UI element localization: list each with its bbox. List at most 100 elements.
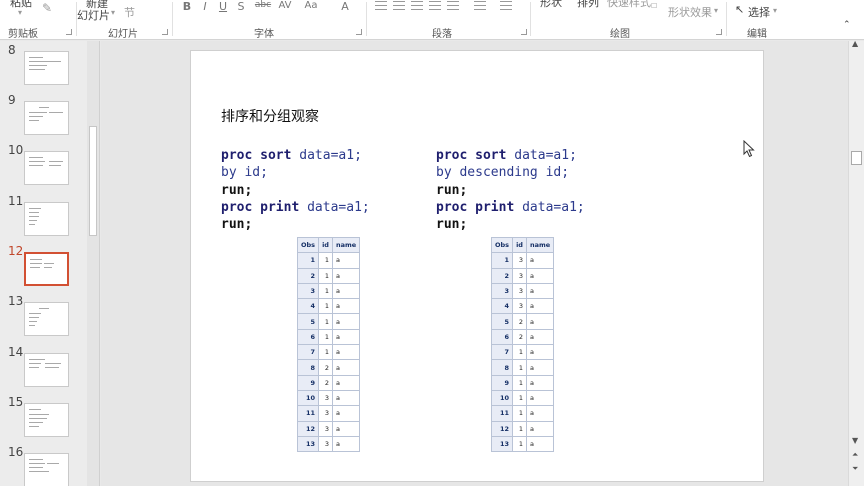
slide-thumbnail[interactable] bbox=[24, 353, 69, 387]
code-block-right[interactable]: proc sort data=a1; by descending id; run; p… bbox=[436, 147, 585, 233]
table-cell: a bbox=[525, 405, 555, 422]
table-cell: 5 bbox=[490, 313, 514, 330]
scroll-up-icon[interactable]: ▲ bbox=[852, 39, 858, 48]
format-painter-icon[interactable]: ✎ bbox=[42, 1, 52, 15]
section-button[interactable]: 节 bbox=[124, 4, 135, 20]
smartart-icon[interactable] bbox=[500, 1, 512, 10]
columns-icon[interactable] bbox=[447, 1, 459, 10]
new-slide-button[interactable]: 幻灯片 bbox=[77, 7, 110, 23]
change-case-button[interactable]: Aa bbox=[302, 0, 320, 11]
thumbnail-text-line bbox=[29, 112, 47, 113]
thumbnail-text-line bbox=[30, 263, 42, 264]
table-cell: a bbox=[331, 405, 361, 422]
arrange-button[interactable]: 排列 bbox=[577, 0, 599, 10]
thumbnail-text-line bbox=[29, 317, 39, 318]
slide-number: 13 bbox=[8, 294, 24, 308]
group-label-paragraph: 段落 bbox=[432, 29, 452, 40]
thumbnail-text-line bbox=[47, 463, 59, 464]
thumbnail-text-line bbox=[29, 212, 39, 213]
ribbon: 粘贴 ▾ ✎ 剪贴板 新建 幻灯片 ▾ 节 幻灯片 B I U S abc AV… bbox=[0, 0, 864, 40]
slide-thumbnail[interactable] bbox=[24, 453, 69, 486]
shape-effects-dropdown-icon[interactable]: ▾ bbox=[714, 6, 718, 15]
group-label-drawing: 绘图 bbox=[610, 29, 630, 40]
code-token: proc sort bbox=[221, 148, 292, 163]
vertical-scrollbar-thumb[interactable] bbox=[851, 151, 862, 165]
slide-thumbnail[interactable] bbox=[24, 302, 69, 336]
slide-thumbnail[interactable] bbox=[24, 101, 69, 135]
vertical-scrollbar[interactable]: ▲ ▼ ⏶ ⏷ bbox=[848, 39, 864, 486]
table-cell: 12 bbox=[490, 420, 514, 437]
slide-thumbnail[interactable] bbox=[24, 403, 69, 437]
shapes-button[interactable]: 形状 bbox=[540, 0, 562, 10]
shadow-button[interactable]: S bbox=[235, 0, 247, 13]
slide-thumbnail[interactable] bbox=[24, 51, 69, 85]
table-cell: 6 bbox=[296, 328, 320, 346]
group-label-editing: 编辑 bbox=[747, 29, 767, 40]
table-cell: 1 bbox=[512, 359, 527, 376]
font-launcher-icon[interactable] bbox=[356, 29, 362, 35]
slide-number: 12 bbox=[8, 244, 24, 258]
slides-launcher-icon[interactable] bbox=[162, 29, 168, 35]
thumbnail-text-line bbox=[45, 367, 59, 368]
paste-dropdown-icon[interactable]: ▾ bbox=[18, 8, 22, 17]
text-direction-icon[interactable] bbox=[474, 1, 486, 10]
slide-title[interactable]: 排序和分组观察 bbox=[221, 106, 319, 126]
scroll-down-icon[interactable]: ▼ bbox=[852, 436, 858, 445]
justify-icon[interactable] bbox=[429, 1, 441, 10]
shape-effects-icon[interactable]: ☐ bbox=[651, 2, 657, 10]
table-row: 23a bbox=[490, 267, 555, 284]
thumbnail-text-line bbox=[44, 263, 54, 264]
table-cell: 9 bbox=[490, 374, 514, 391]
new-slide-dropdown-icon[interactable]: ▾ bbox=[111, 8, 115, 17]
table-cell: 1 bbox=[512, 374, 527, 391]
code-block-left[interactable]: proc sort data=a1; by id; run; proc print d… bbox=[221, 147, 370, 233]
align-right-icon[interactable] bbox=[411, 1, 423, 10]
thumbnail-text-line bbox=[29, 426, 39, 427]
code-token: proc print bbox=[221, 199, 300, 215]
thumbnail-text-line bbox=[29, 414, 49, 415]
slide-thumbnail[interactable] bbox=[24, 151, 69, 185]
font-color-button[interactable]: A bbox=[339, 0, 351, 13]
paragraph-launcher-icon[interactable] bbox=[521, 29, 527, 35]
quick-styles-button[interactable]: 快速样式 bbox=[607, 0, 651, 10]
clipboard-launcher-icon[interactable] bbox=[66, 29, 72, 35]
italic-button[interactable]: I bbox=[199, 0, 211, 13]
slide-number: 9 bbox=[8, 93, 16, 107]
slide-thumbnail-pane: 8 9 10 11 12 13 14 15 16 bbox=[0, 41, 100, 486]
select-cursor-icon[interactable]: ↖ bbox=[735, 3, 744, 16]
table-cell: a bbox=[331, 252, 361, 269]
table-cell: a bbox=[331, 435, 361, 453]
table-cell: 2 bbox=[512, 313, 527, 330]
align-left-icon[interactable] bbox=[375, 1, 387, 10]
bold-button[interactable]: B bbox=[181, 0, 193, 13]
thumbnail-scrollbar-thumb[interactable] bbox=[89, 126, 97, 236]
table-row: 31a bbox=[296, 282, 361, 300]
table-cell: 1 bbox=[318, 298, 333, 315]
drawing-launcher-icon[interactable] bbox=[716, 29, 722, 35]
table-cell: 3 bbox=[512, 267, 527, 284]
table-cell: 8 bbox=[490, 359, 514, 376]
table-row: 61a bbox=[296, 328, 361, 346]
table-cell: 3 bbox=[512, 298, 527, 315]
slide-thumbnail[interactable] bbox=[24, 202, 69, 236]
ribbon-divider bbox=[530, 2, 531, 36]
code-token: run; bbox=[221, 182, 253, 198]
underline-button[interactable]: U bbox=[217, 0, 229, 13]
thumbnail-text-line bbox=[29, 157, 43, 158]
select-button[interactable]: 选择 bbox=[748, 4, 770, 20]
table-cell: a bbox=[331, 420, 361, 437]
thumbnail-scrollbar[interactable] bbox=[87, 41, 99, 486]
select-dropdown-icon[interactable]: ▾ bbox=[773, 6, 777, 15]
align-center-icon[interactable] bbox=[393, 1, 405, 10]
slide-thumbnail[interactable] bbox=[24, 252, 69, 286]
table-cell: 7 bbox=[296, 344, 320, 361]
table-cell: 11 bbox=[490, 405, 514, 422]
table-cell: a bbox=[525, 374, 555, 391]
collapse-ribbon-icon[interactable]: ⌃ bbox=[843, 20, 851, 30]
shape-effects-button[interactable]: 形状效果 bbox=[668, 4, 712, 20]
previous-slide-icon[interactable]: ⏶ bbox=[852, 450, 858, 460]
next-slide-icon[interactable]: ⏷ bbox=[852, 464, 858, 474]
character-spacing-button[interactable]: AV bbox=[276, 0, 294, 11]
current-slide[interactable]: 排序和分组观察 proc sort data=a1; by id; run; proc… bbox=[190, 50, 764, 482]
strikethrough-button[interactable]: abc bbox=[253, 0, 273, 10]
